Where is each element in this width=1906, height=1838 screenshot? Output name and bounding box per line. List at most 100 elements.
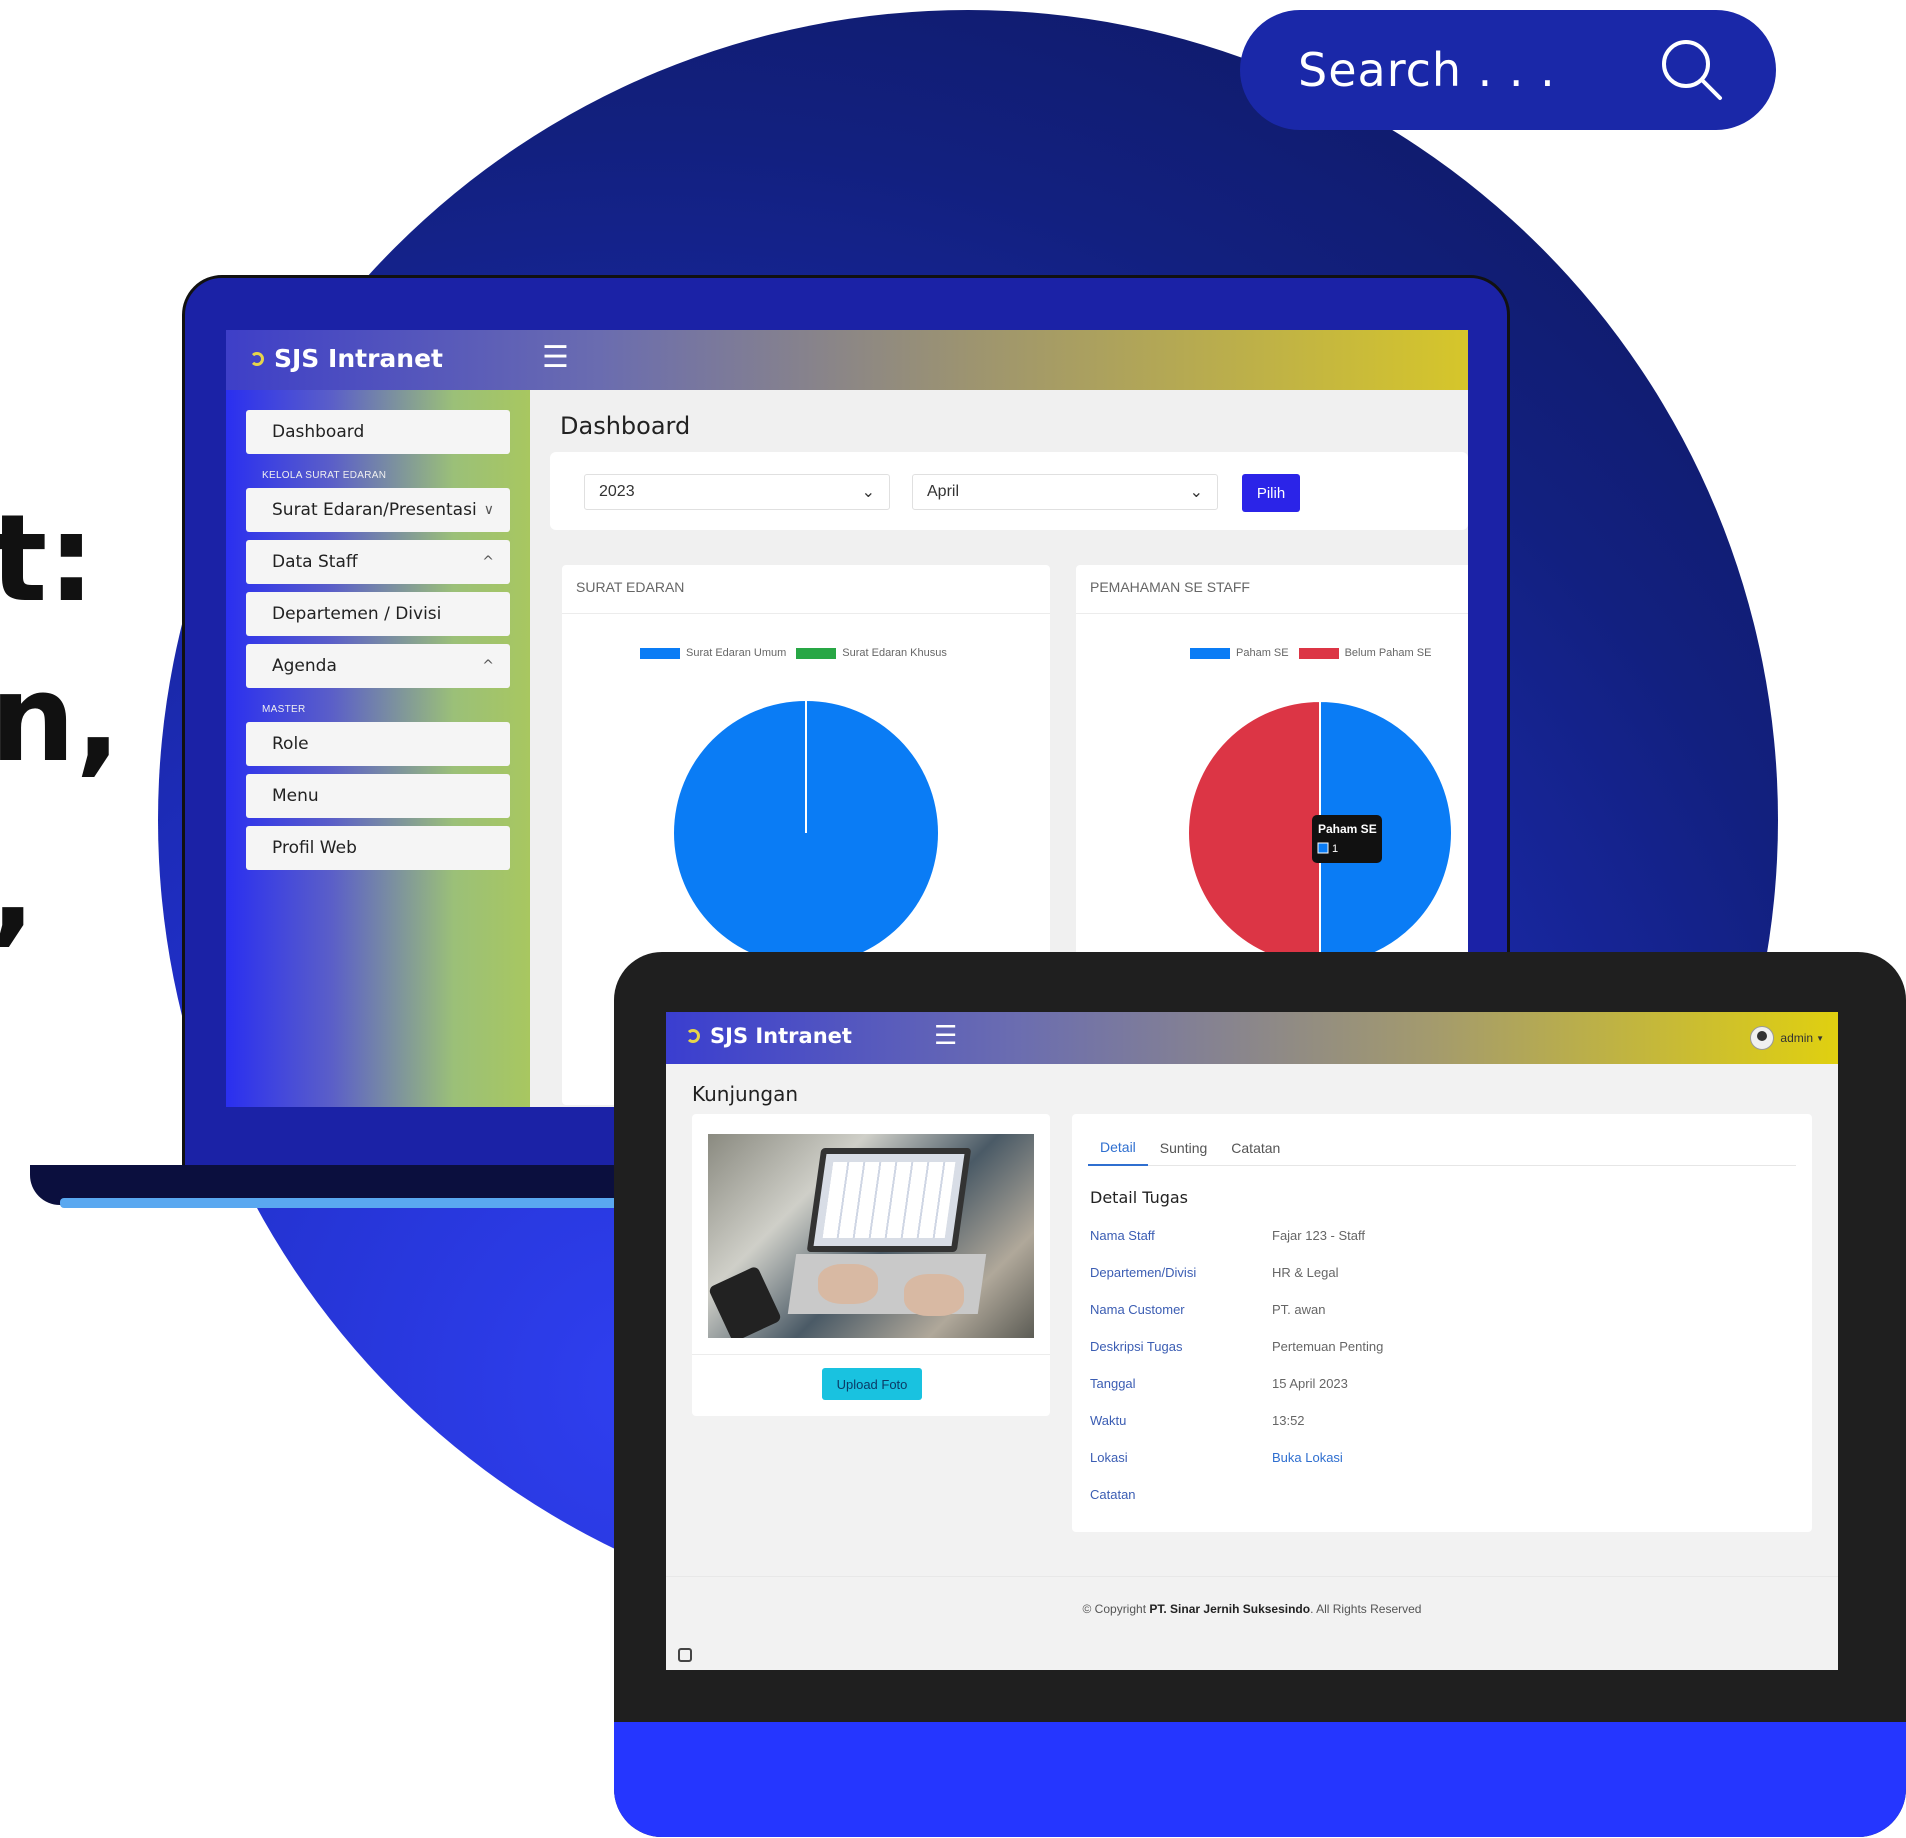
detail-row: Tanggal 15 April 2023 bbox=[1090, 1376, 1348, 1391]
logo-icon bbox=[250, 351, 264, 366]
chart-title: PEMAHAMAN SE STAFF bbox=[1090, 579, 1250, 595]
sidebar-item-data-staff[interactable]: Data Staff ^ bbox=[246, 540, 510, 584]
legend-swatch bbox=[796, 647, 837, 659]
sidebar-item-label: Departemen / Divisi bbox=[272, 604, 442, 624]
brand-name: SJS Intranet bbox=[274, 344, 443, 373]
sidebar-item-role[interactable]: Role bbox=[246, 722, 510, 766]
detail-row: Nama Customer PT. awan bbox=[1090, 1302, 1325, 1317]
divider bbox=[666, 1576, 1838, 1577]
tooltip-label: Paham SE bbox=[1318, 822, 1377, 836]
month-select-value: April bbox=[927, 483, 960, 500]
detail-value: PT. awan bbox=[1272, 1302, 1326, 1317]
year-select[interactable]: 2023 ⌄ bbox=[584, 474, 890, 510]
chart-legend: Surat Edaran Umum Surat Edaran Khusus bbox=[626, 647, 947, 659]
legend-swatch bbox=[640, 647, 680, 659]
detail-label: Nama Customer bbox=[1090, 1302, 1185, 1317]
caret-down-icon: ▼ bbox=[1816, 1033, 1824, 1043]
month-select[interactable]: April ⌄ bbox=[912, 474, 1218, 510]
chevron-down-icon: ⌄ bbox=[861, 484, 875, 501]
chart-tooltip: Paham SE 1 bbox=[1312, 815, 1382, 863]
sidebar-item-menu[interactable]: Menu bbox=[246, 774, 510, 818]
legend-swatch bbox=[1190, 647, 1230, 659]
logo-icon bbox=[686, 1029, 700, 1043]
user-menu[interactable]: admin ▼ bbox=[1750, 1026, 1824, 1050]
open-location-link[interactable]: Buka Lokasi bbox=[1272, 1450, 1343, 1465]
menu-toggle-icon[interactable]: ☰ bbox=[934, 1020, 957, 1051]
menu-toggle-icon[interactable]: ☰ bbox=[542, 340, 569, 375]
sidebar-item-label: Data Staff bbox=[272, 552, 358, 572]
detail-card: Detail Sunting Catatan Detail Tugas Nama… bbox=[1072, 1114, 1812, 1532]
footer-company: PT. Sinar Jernih Suksesindo bbox=[1149, 1602, 1311, 1616]
avatar-icon bbox=[1750, 1026, 1775, 1050]
detail-label: Nama Staff bbox=[1090, 1228, 1155, 1243]
search-bar[interactable]: Search . . . bbox=[1240, 10, 1776, 130]
detail-row: Nama Staff Fajar 123 - Staff bbox=[1090, 1228, 1365, 1243]
page-title: Kunjungan bbox=[692, 1082, 799, 1106]
legend-swatch bbox=[1298, 647, 1339, 659]
sidebar-item-departemen[interactable]: Departemen / Divisi bbox=[246, 592, 510, 636]
brand-name: SJS Intranet bbox=[710, 1024, 852, 1048]
hero-text-line1: t: bbox=[0, 490, 96, 629]
search-icon[interactable] bbox=[1658, 36, 1726, 104]
legend-label: Surat Edaran Khusus bbox=[842, 647, 947, 659]
sidebar-item-label: Role bbox=[272, 734, 309, 754]
detail-value: Fajar 123 - Staff bbox=[1272, 1228, 1365, 1243]
detail-label: Deskripsi Tugas bbox=[1090, 1339, 1183, 1354]
detail-value: Pertemuan Penting bbox=[1272, 1339, 1384, 1354]
tab-catatan[interactable]: Catatan bbox=[1219, 1130, 1292, 1166]
detail-label: Waktu bbox=[1090, 1413, 1127, 1428]
page-title: Dashboard bbox=[560, 412, 691, 440]
legend-label: Surat Edaran Umum bbox=[686, 647, 787, 659]
sidebar-item-label: Agenda bbox=[272, 656, 337, 676]
photo-hand bbox=[818, 1264, 878, 1304]
divider bbox=[692, 1354, 1050, 1355]
photo-phone bbox=[708, 1265, 783, 1338]
sidebar-item-label: Profil Web bbox=[272, 838, 357, 858]
tablet-bottom-band bbox=[614, 1722, 1906, 1837]
brand[interactable]: SJS Intranet bbox=[686, 1024, 852, 1048]
detail-label: Departemen/Divisi bbox=[1090, 1265, 1197, 1280]
detail-row: Departemen/Divisi HR & Legal bbox=[1090, 1265, 1338, 1280]
year-select-value: 2023 bbox=[599, 483, 635, 500]
detail-label: Tanggal bbox=[1090, 1376, 1136, 1391]
legend-label: Paham SE bbox=[1236, 647, 1289, 659]
chart-title: SURAT EDARAN bbox=[576, 579, 685, 595]
pilih-button[interactable]: Pilih bbox=[1242, 474, 1300, 512]
detail-title: Detail Tugas bbox=[1090, 1188, 1188, 1207]
photo-laptop bbox=[806, 1148, 972, 1252]
chevron-up-icon: ^ bbox=[482, 658, 494, 674]
photo-card: Upload Foto bbox=[692, 1114, 1050, 1416]
sidebar-section-kelola: KELOLA SURAT EDARAN bbox=[262, 470, 387, 481]
sidebar-item-dashboard[interactable]: Dashboard bbox=[246, 410, 510, 454]
sidebar-item-profil-web[interactable]: Profil Web bbox=[246, 826, 510, 870]
detail-value: 15 April 2023 bbox=[1272, 1376, 1348, 1391]
hero-text-line3: , bbox=[0, 830, 36, 950]
visit-photo bbox=[708, 1134, 1034, 1338]
sidebar: Dashboard KELOLA SURAT EDARAN Surat Edar… bbox=[226, 390, 530, 1107]
detail-row: Waktu 13:52 bbox=[1090, 1413, 1305, 1428]
pie-slice-belum-paham-se[interactable] bbox=[1187, 699, 1321, 967]
search-placeholder: Search . . . bbox=[1298, 43, 1556, 97]
chevron-up-icon: ^ bbox=[482, 554, 494, 570]
chevron-down-icon: ⌄ bbox=[1189, 484, 1203, 501]
tooltip-value: 1 bbox=[1332, 843, 1338, 855]
corner-widget-icon[interactable] bbox=[678, 1648, 692, 1662]
sidebar-item-agenda[interactable]: Agenda ^ bbox=[246, 644, 510, 688]
tab-sunting[interactable]: Sunting bbox=[1148, 1130, 1219, 1166]
photo-hand bbox=[904, 1274, 964, 1316]
sidebar-item-surat-edaran[interactable]: Surat Edaran/Presentasi ∨ bbox=[246, 488, 510, 532]
brand[interactable]: SJS Intranet bbox=[250, 344, 443, 373]
tablet-frame: SJS Intranet ☰ admin ▼ Kunjungan Upload … bbox=[614, 952, 1906, 1837]
upload-photo-button[interactable]: Upload Foto bbox=[822, 1368, 922, 1400]
sidebar-section-master: MASTER bbox=[262, 704, 306, 715]
detail-value: 13:52 bbox=[1272, 1413, 1305, 1428]
sidebar-item-label: Surat Edaran/Presentasi bbox=[272, 500, 477, 520]
footer: © Copyright PT. Sinar Jernih Suksesindo.… bbox=[666, 1602, 1838, 1616]
detail-value: HR & Legal bbox=[1272, 1265, 1339, 1280]
sidebar-item-label: Menu bbox=[272, 786, 319, 806]
detail-label: Catatan bbox=[1090, 1487, 1136, 1502]
chart-legend: Paham SE Belum Paham SE bbox=[1176, 647, 1431, 659]
legend-label: Belum Paham SE bbox=[1344, 647, 1432, 659]
tab-bar: Detail Sunting Catatan bbox=[1088, 1130, 1796, 1166]
tab-detail[interactable]: Detail bbox=[1088, 1130, 1148, 1166]
